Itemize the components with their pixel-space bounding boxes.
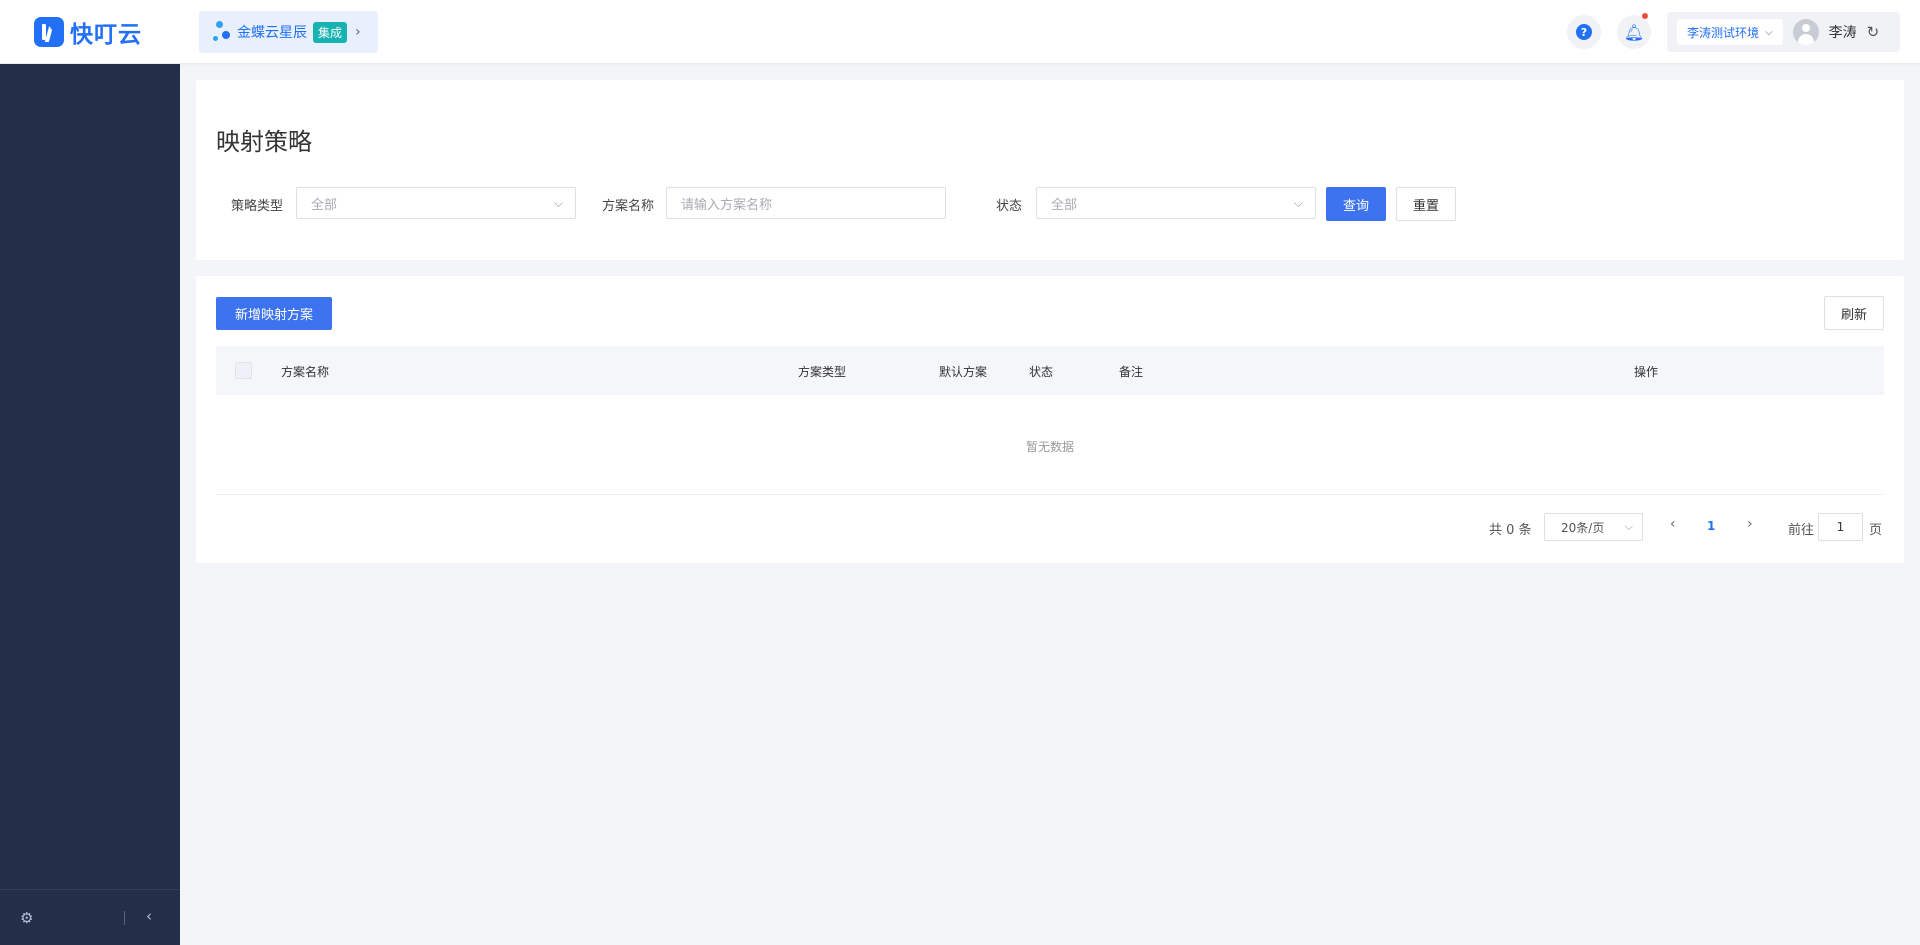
bell-icon: 🔔︎ bbox=[1623, 22, 1645, 42]
plan-name-label: 方案名称 bbox=[602, 199, 655, 214]
table-divider bbox=[216, 494, 1884, 495]
column-status: 状态 bbox=[1029, 365, 1054, 379]
page-title: 映射策略 bbox=[216, 128, 312, 156]
notification-dot bbox=[1642, 13, 1648, 19]
page-size-value: 20条/页 bbox=[1561, 520, 1605, 535]
goto-page-input[interactable]: 1 bbox=[1818, 513, 1863, 541]
column-default-plan: 默认方案 bbox=[939, 365, 988, 379]
strategy-type-value: 全部 bbox=[311, 197, 338, 213]
select-all-checkbox[interactable] bbox=[235, 362, 252, 379]
strategy-type-select[interactable]: 全部 ⌵ bbox=[296, 187, 576, 219]
chevron-right-icon: › bbox=[355, 24, 361, 40]
divider bbox=[124, 911, 125, 925]
column-remark: 备注 bbox=[1119, 365, 1144, 379]
empty-state: 暂无数据 bbox=[1025, 440, 1074, 454]
chevron-down-icon: ⌵ bbox=[553, 196, 563, 210]
gear-icon[interactable]: ⚙ bbox=[20, 909, 33, 927]
table-panel: 新增映射方案 刷新 方案名称 方案类型 默认方案 状态 备注 操作 暂无数据 共… bbox=[196, 276, 1904, 563]
avatar[interactable] bbox=[1792, 19, 1819, 45]
reset-button[interactable]: 重置 bbox=[1396, 187, 1456, 221]
help-button[interactable]: ? bbox=[1567, 15, 1601, 49]
help-icon: ? bbox=[1576, 24, 1592, 40]
notification-button[interactable]: 🔔︎ bbox=[1617, 13, 1651, 49]
logo-icon bbox=[34, 17, 64, 47]
integration-badge: 集成 bbox=[313, 21, 348, 43]
plan-name-placeholder: 请输入方案名称 bbox=[681, 197, 773, 213]
environment-select[interactable]: 李涛测试环境 ⌵ bbox=[1677, 19, 1783, 45]
page-size-select[interactable]: 20条/页 ⌵ bbox=[1544, 513, 1643, 541]
refresh-icon[interactable]: ↻ bbox=[1867, 23, 1880, 41]
prev-page-icon[interactable]: ‹ bbox=[1670, 516, 1676, 532]
top-header: 快叮云 金蝶云星辰 集成 › ? 🔔︎ 李涛测试环境 ⌵ 李涛 ↻ bbox=[0, 0, 1920, 64]
status-select[interactable]: 全部 ⌵ bbox=[1036, 187, 1316, 219]
sidebar-footer: ⚙ ‹ bbox=[0, 889, 180, 945]
collapse-sidebar-icon[interactable]: ‹ bbox=[146, 907, 152, 925]
total-count: 共 0 条 bbox=[1489, 522, 1532, 538]
page-number[interactable]: 1 bbox=[1707, 519, 1715, 533]
app-name: 金蝶云星辰 bbox=[237, 25, 307, 41]
chevron-down-icon: ⌵ bbox=[1293, 196, 1303, 210]
column-actions: 操作 bbox=[1634, 365, 1659, 379]
user-area: 李涛测试环境 ⌵ 李涛 ↻ bbox=[1667, 12, 1900, 52]
goto-prefix: 前往 bbox=[1788, 522, 1815, 538]
chevron-down-icon: ⌵ bbox=[1624, 520, 1633, 533]
environment-label: 李涛测试环境 bbox=[1687, 25, 1760, 40]
strategy-type-label: 策略类型 bbox=[231, 199, 284, 214]
app-switcher[interactable]: 金蝶云星辰 集成 › bbox=[199, 11, 378, 53]
table-header: 方案名称 方案类型 默认方案 状态 备注 操作 bbox=[216, 346, 1884, 395]
filter-panel: 映射策略 策略类型 全部 ⌵ 方案名称 请输入方案名称 状态 全部 ⌵ 查询 重… bbox=[196, 80, 1904, 260]
next-page-icon[interactable]: › bbox=[1747, 516, 1753, 532]
plan-name-input[interactable]: 请输入方案名称 bbox=[666, 187, 946, 219]
chevron-down-icon: ⌵ bbox=[1765, 26, 1773, 38]
refresh-button[interactable]: 刷新 bbox=[1824, 296, 1884, 330]
column-plan-name: 方案名称 bbox=[281, 365, 330, 379]
sidebar: ⚙ ‹ bbox=[0, 64, 180, 945]
query-button[interactable]: 查询 bbox=[1326, 187, 1386, 221]
logo-text: 快叮云 bbox=[70, 22, 142, 48]
app-dots-icon bbox=[213, 21, 231, 43]
status-value: 全部 bbox=[1051, 197, 1078, 213]
add-mapping-plan-button[interactable]: 新增映射方案 bbox=[216, 297, 332, 330]
app-logo[interactable]: 快叮云 bbox=[34, 17, 142, 48]
goto-suffix: 页 bbox=[1869, 522, 1883, 538]
user-name[interactable]: 李涛 bbox=[1829, 22, 1857, 42]
status-label: 状态 bbox=[996, 199, 1023, 214]
column-plan-type: 方案类型 bbox=[798, 365, 847, 379]
